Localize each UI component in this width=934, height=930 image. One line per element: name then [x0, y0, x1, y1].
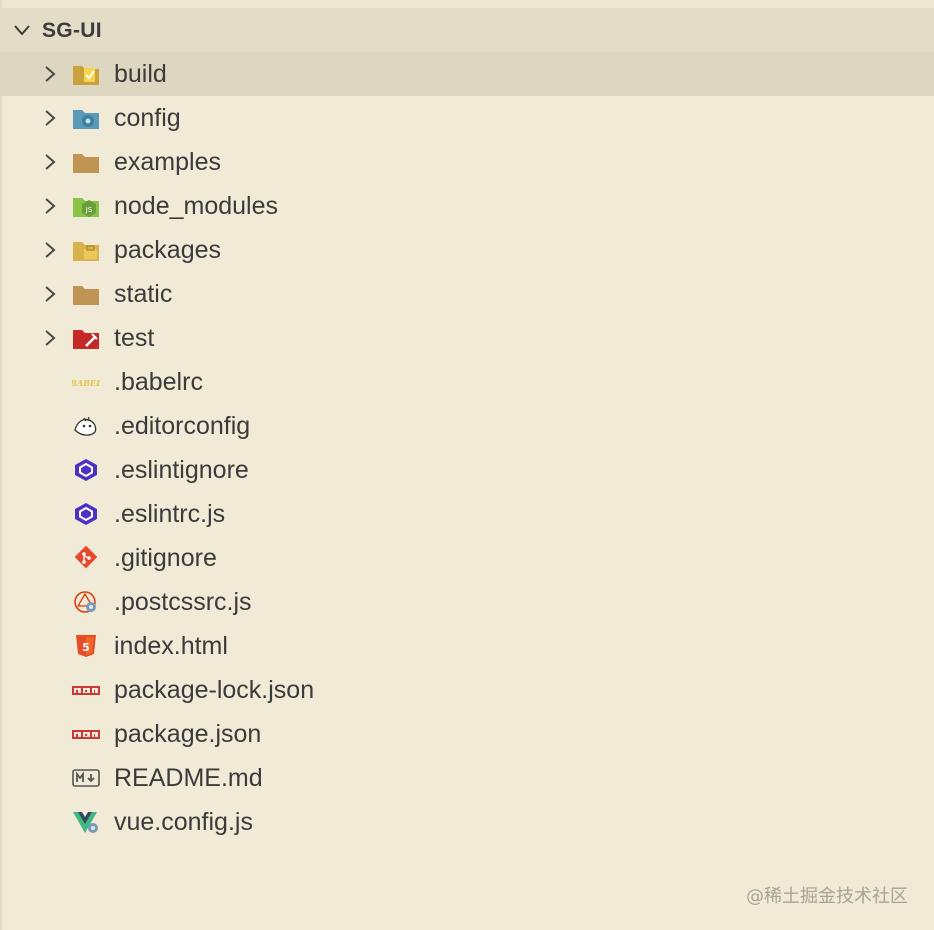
tree-item-label: build — [114, 60, 167, 88]
git-icon — [72, 546, 100, 570]
tree-file-index-html[interactable]: 5 index.html — [0, 624, 934, 668]
tree-item-label: packages — [114, 236, 222, 264]
tree-file-eslintrc[interactable]: .eslintrc.js — [0, 492, 934, 536]
folder-icon — [72, 282, 100, 306]
folder-icon — [72, 150, 100, 174]
tree-item-label: package.json — [114, 720, 262, 748]
chevron-right-icon — [45, 198, 56, 214]
tree-item-label: .editorconfig — [114, 412, 251, 440]
tree-folder-static[interactable]: static — [0, 272, 934, 316]
tree-folder-config[interactable]: config — [0, 96, 934, 140]
chevron-right-icon — [45, 66, 56, 82]
tree-item-label: .eslintignore — [114, 456, 249, 484]
eslint-icon — [72, 458, 100, 482]
watermark: @稀土掘金技术社区 — [746, 886, 908, 907]
tree-item-label: README.md — [114, 764, 263, 792]
top-strip — [0, 0, 934, 8]
tree-folder-examples[interactable]: examples — [0, 140, 934, 184]
tree-item-label: .eslintrc.js — [114, 500, 226, 528]
editorconfig-icon — [72, 414, 100, 438]
chevron-right-icon — [45, 110, 56, 126]
tree-file-babelrc[interactable]: BABEL .babelrc — [0, 360, 934, 404]
tree-folder-packages[interactable]: packages — [0, 228, 934, 272]
tree-folder-test[interactable]: test — [0, 316, 934, 360]
chevron-right-icon — [45, 330, 56, 346]
test-folder-icon — [72, 326, 100, 350]
svg-text:5: 5 — [82, 641, 90, 654]
svg-text:BABEL: BABEL — [72, 378, 100, 388]
postcss-icon — [72, 590, 100, 614]
tree-item-label: vue.config.js — [114, 808, 253, 836]
node-modules-folder-icon: JS — [72, 194, 100, 218]
chevron-right-icon — [45, 286, 56, 302]
tree-item-label: .gitignore — [114, 544, 217, 572]
config-folder-icon — [72, 106, 100, 130]
tree-file-package-json[interactable]: package.json — [0, 712, 934, 756]
markdown-icon — [72, 766, 100, 790]
explorer-section-header[interactable]: SG-UI — [0, 8, 934, 52]
tree-item-label: node_modules — [114, 192, 279, 220]
svg-text:JS: JS — [85, 206, 93, 214]
tree-item-label: index.html — [114, 632, 228, 660]
tree-item-label: examples — [114, 148, 221, 176]
tree-file-eslintignore[interactable]: .eslintignore — [0, 448, 934, 492]
tree-item-label: config — [114, 104, 181, 132]
file-tree: build config examples JS node_modules pa… — [0, 52, 934, 844]
tree-item-label: static — [114, 280, 173, 308]
eslint-icon — [72, 502, 100, 526]
packages-folder-icon — [72, 238, 100, 262]
tree-file-gitignore[interactable]: .gitignore — [0, 536, 934, 580]
build-folder-icon — [72, 62, 100, 86]
tree-file-vue-config[interactable]: vue.config.js — [0, 800, 934, 844]
npm-icon — [72, 722, 100, 746]
tree-file-postcssrc[interactable]: .postcssrc.js — [0, 580, 934, 624]
tree-item-label: test — [114, 324, 155, 352]
project-title: SG-UI — [42, 19, 102, 42]
chevron-right-icon — [45, 242, 56, 258]
chevron-right-icon — [45, 154, 56, 170]
chevron-down-icon — [14, 25, 30, 36]
tree-folder-node-modules[interactable]: JS node_modules — [0, 184, 934, 228]
tree-item-label: .postcssrc.js — [114, 588, 252, 616]
tree-file-package-lock[interactable]: package-lock.json — [0, 668, 934, 712]
html5-icon: 5 — [72, 634, 100, 658]
tree-item-label: .babelrc — [114, 368, 203, 396]
npm-icon — [72, 678, 100, 702]
babel-icon: BABEL — [72, 370, 100, 394]
tree-item-label: package-lock.json — [114, 676, 315, 704]
vue-icon — [72, 810, 100, 834]
tree-folder-build[interactable]: build — [0, 52, 934, 96]
tree-file-readme[interactable]: README.md — [0, 756, 934, 800]
tree-file-editorconfig[interactable]: .editorconfig — [0, 404, 934, 448]
